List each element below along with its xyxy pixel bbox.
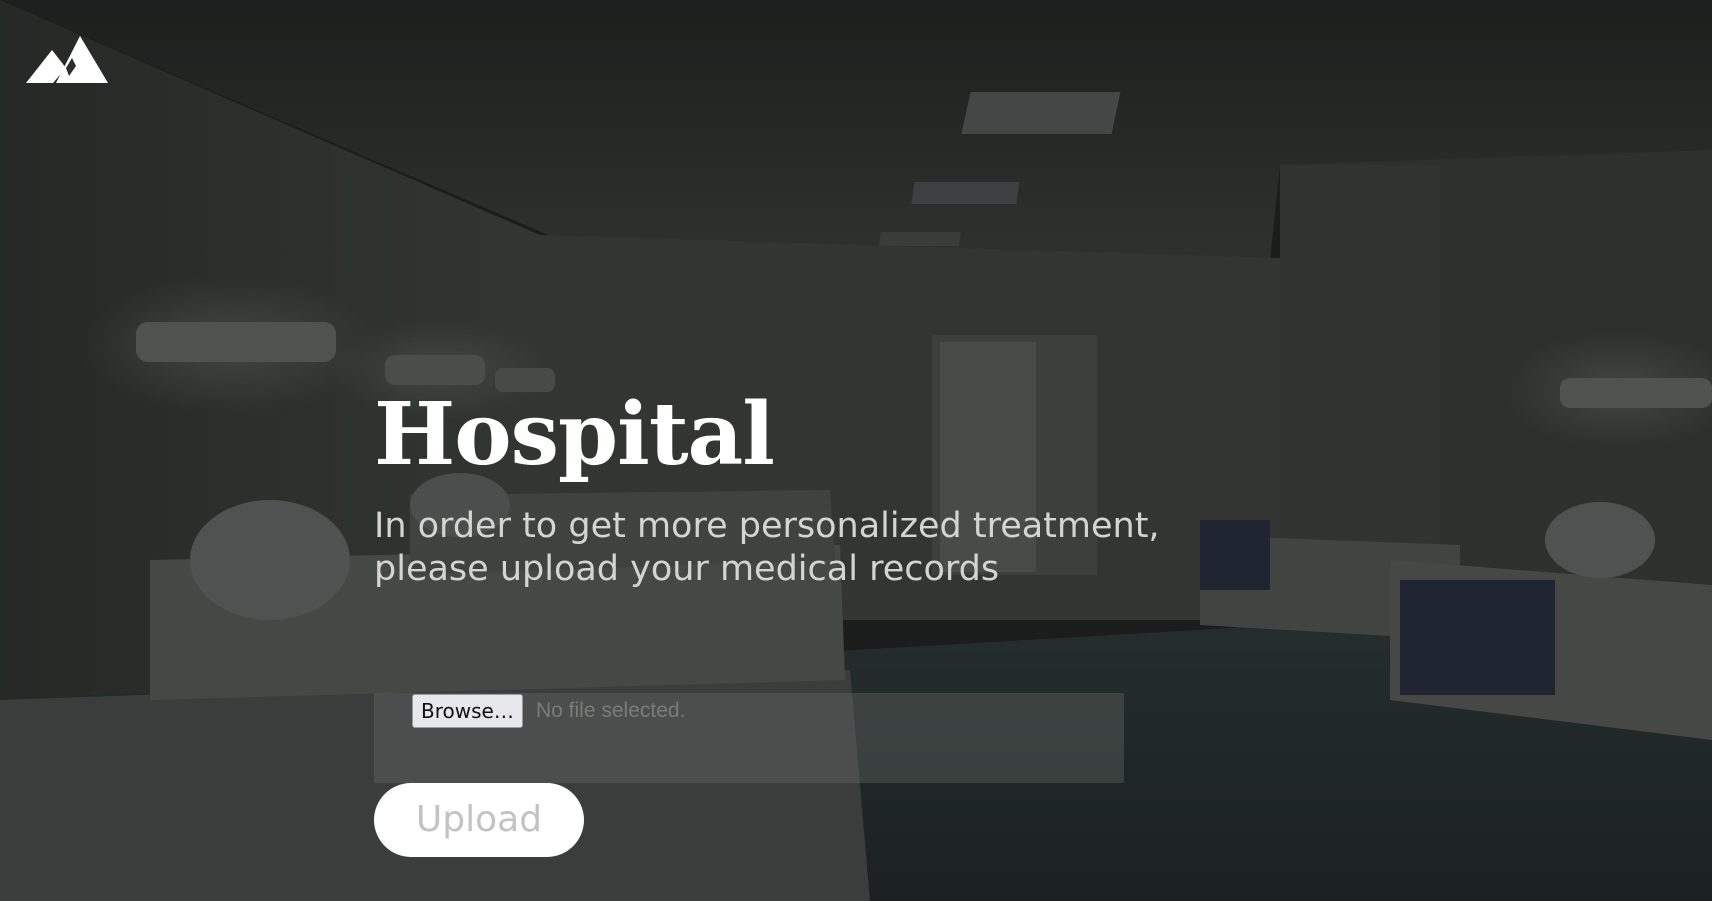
browse-button[interactable]: Browse…: [412, 694, 523, 728]
hero-subtitle-line-2: please upload your medical records: [374, 549, 1000, 589]
file-input-field[interactable]: Browse… No file selected.: [374, 693, 1124, 783]
upload-button[interactable]: Upload: [374, 783, 584, 857]
mountain-logo-icon[interactable]: [26, 36, 108, 84]
hero-subtitle-line-1: In order to get more personalized treatm…: [374, 506, 1160, 546]
page-title: Hospital: [374, 384, 775, 485]
hero-subtitle: In order to get more personalized treatm…: [374, 505, 1194, 591]
page: Hospital In order to get more personaliz…: [0, 0, 1712, 901]
hero-section: Hospital In order to get more personaliz…: [374, 385, 1274, 591]
file-status-text: No file selected.: [536, 699, 686, 722]
